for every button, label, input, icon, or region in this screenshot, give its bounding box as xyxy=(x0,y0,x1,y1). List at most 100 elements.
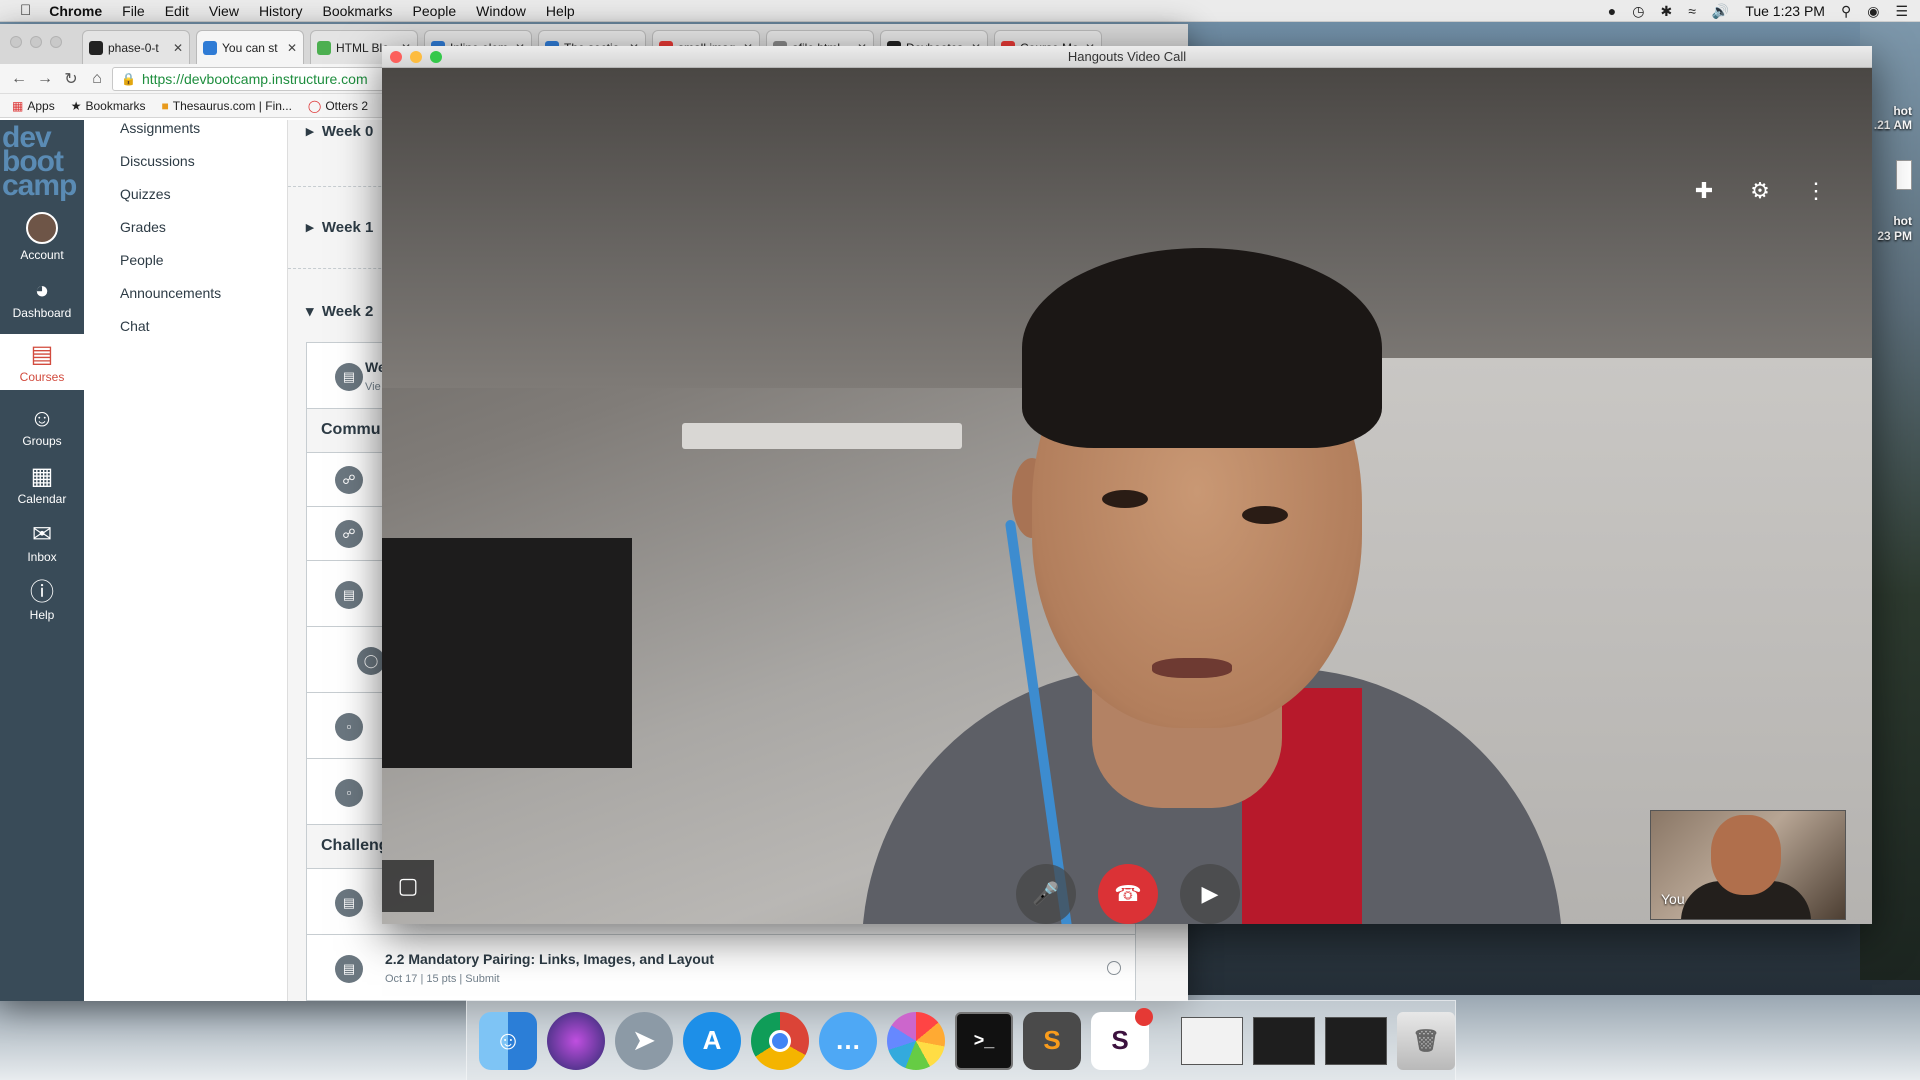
time-machine-icon[interactable]: ◷ xyxy=(1632,3,1644,20)
week-title: Week 0 xyxy=(321,123,374,140)
module-item[interactable]: ▤ 2.2 Mandatory Pairing: Links, Images, … xyxy=(307,935,1135,1001)
menu-people[interactable]: People xyxy=(413,3,457,19)
menu-window[interactable]: Window xyxy=(476,3,526,19)
nav-courses[interactable]: ▤ Courses xyxy=(0,334,84,390)
trash-icon[interactable]: 🗑 xyxy=(1397,1011,1455,1070)
app-store-icon[interactable]: A xyxy=(683,1011,741,1070)
week-1-toggle[interactable]: ▸ Week 1 xyxy=(306,218,373,236)
finder-icon[interactable]: ☺ xyxy=(479,1011,537,1070)
bookmark-apps[interactable]: ▦ Apps xyxy=(12,99,55,113)
menu-app-name[interactable]: Chrome xyxy=(49,3,102,19)
gear-icon[interactable]: ⚙ xyxy=(1744,178,1776,204)
minimized-window[interactable] xyxy=(1181,1016,1243,1065)
browser-tab-active[interactable]: You can st ✕ xyxy=(196,30,304,64)
slack-icon[interactable]: S xyxy=(1091,1007,1153,1070)
volume-icon[interactable]: 🔊 xyxy=(1712,3,1729,20)
desktop-file-label: .21 AM xyxy=(1873,118,1912,132)
participant-hair xyxy=(1022,248,1382,448)
minimize-window-button[interactable] xyxy=(30,36,42,48)
notification-badge xyxy=(1135,1007,1153,1026)
mute-microphone-button[interactable]: 🎤 xyxy=(1016,864,1076,924)
menu-edit[interactable]: Edit xyxy=(165,3,189,19)
menu-view[interactable]: View xyxy=(209,3,239,19)
apps-grid-icon: ▦ xyxy=(12,98,24,113)
terminal-icon[interactable]: >_ xyxy=(955,1011,1013,1070)
devbootcamp-logo[interactable]: dev boot camp xyxy=(0,120,84,201)
desktop-file-label: hot xyxy=(1893,104,1912,118)
back-arrow-icon[interactable]: ← xyxy=(8,70,30,88)
status-app-icon[interactable]: ● xyxy=(1608,3,1616,19)
bluetooth-icon[interactable]: ✱ xyxy=(1660,3,1672,20)
nav-calendar[interactable]: ▦ Calendar xyxy=(0,462,84,506)
more-vertical-icon[interactable]: ⋮ xyxy=(1800,178,1832,204)
course-nav-people[interactable]: People xyxy=(84,244,287,277)
menu-bookmarks[interactable]: Bookmarks xyxy=(323,3,393,19)
bookmark-label: Apps xyxy=(27,98,55,113)
video-background xyxy=(382,538,632,768)
siri-icon[interactable]: ◉ xyxy=(1867,3,1879,20)
bookmark-bookmarks[interactable]: ★ Bookmarks xyxy=(71,99,146,113)
nav-inbox[interactable]: ✉ Inbox xyxy=(0,520,84,564)
link-icon: ☍ xyxy=(335,520,363,548)
spotlight-icon[interactable]: ⚲ xyxy=(1841,3,1851,20)
dashboard-icon: ◕ xyxy=(34,277,50,304)
course-nav-assignments[interactable]: Assignments xyxy=(84,112,287,145)
zoom-window-button[interactable] xyxy=(430,51,442,63)
dock: ☺ ➤ A … >_ S S 🗑 xyxy=(466,1000,1456,1080)
minimize-window-button[interactable] xyxy=(410,51,422,63)
bookmark-otters[interactable]: ◯ Otters 2 xyxy=(308,99,368,113)
siri-icon[interactable] xyxy=(547,1011,605,1070)
nav-help[interactable]: ⓘ Help xyxy=(0,578,84,622)
reload-icon[interactable]: ↻ xyxy=(60,69,82,89)
menu-clock[interactable]: Tue 1:23 PM xyxy=(1745,3,1825,19)
item-title[interactable]: 2.2 Mandatory Pairing: Links, Images, an… xyxy=(385,951,714,967)
nav-account[interactable]: Account xyxy=(0,212,84,262)
forward-arrow-icon[interactable]: → xyxy=(34,70,56,88)
nav-groups[interactable]: ☺ Groups xyxy=(0,404,84,448)
minimized-window[interactable] xyxy=(1325,1016,1387,1065)
toggle-camera-button[interactable]: ▶ xyxy=(1180,864,1240,924)
menu-file[interactable]: File xyxy=(122,3,145,19)
desktop-file-icon[interactable] xyxy=(1896,160,1912,190)
minimized-window[interactable] xyxy=(1253,1016,1315,1065)
course-nav-quizzes[interactable]: Quizzes xyxy=(84,178,287,211)
bookmark-thesaurus[interactable]: ■ Thesaurus.com | Fin... xyxy=(162,99,292,113)
wifi-icon[interactable]: ≈ xyxy=(1688,3,1696,19)
course-nav-announcements[interactable]: Announcements xyxy=(84,277,287,310)
remote-participant xyxy=(862,188,1562,924)
menu-history[interactable]: History xyxy=(259,3,303,19)
close-window-button[interactable] xyxy=(10,36,22,48)
hang-up-button[interactable]: ☎ xyxy=(1098,864,1158,924)
course-nav-grades[interactable]: Grades xyxy=(84,211,287,244)
notification-center-icon[interactable]: ☰ xyxy=(1895,3,1908,20)
browser-tab[interactable]: phase-0-t ✕ xyxy=(82,30,190,64)
nav-label: Account xyxy=(20,248,64,262)
week-0-toggle[interactable]: ▸ Week 0 xyxy=(306,122,373,140)
close-window-button[interactable] xyxy=(390,51,402,63)
nav-label: Inbox xyxy=(27,550,57,564)
photos-icon[interactable] xyxy=(887,1011,945,1070)
apple-icon[interactable]:  xyxy=(20,2,31,19)
nav-dashboard[interactable]: ◕ Dashboard xyxy=(0,276,84,320)
zoom-window-button[interactable] xyxy=(50,36,62,48)
messages-icon[interactable]: … xyxy=(819,1011,877,1070)
add-person-icon[interactable]: ✚ xyxy=(1688,178,1720,204)
microphone-icon: 🎤 xyxy=(1032,881,1060,906)
home-icon[interactable]: ⌂ xyxy=(86,70,108,88)
close-icon[interactable]: ✕ xyxy=(287,41,297,55)
tab-title: phase-0-t xyxy=(108,40,159,55)
launchpad-icon[interactable]: ➤ xyxy=(615,1011,673,1070)
week-2-toggle[interactable]: ▾ Week 2 xyxy=(306,302,373,320)
chrome-icon[interactable] xyxy=(751,1011,809,1070)
close-icon[interactable]: ✕ xyxy=(173,41,183,55)
self-video-preview[interactable]: You xyxy=(1650,810,1846,920)
menu-bar-status: ● ◷ ✱ ≈ 🔊 Tue 1:23 PM ⚲ ◉ ☰ xyxy=(1608,0,1908,22)
menu-help[interactable]: Help xyxy=(546,3,575,19)
sublime-text-icon[interactable]: S xyxy=(1023,1011,1081,1070)
chat-button[interactable]: ▢ xyxy=(382,860,434,912)
course-nav-chat[interactable]: Chat xyxy=(84,310,287,343)
item-meta: Vie xyxy=(365,381,381,393)
menu-bar:  Chrome File Edit View History Bookmark… xyxy=(0,0,1920,22)
course-nav-discussions[interactable]: Discussions xyxy=(84,145,287,178)
site-icon xyxy=(203,40,217,55)
